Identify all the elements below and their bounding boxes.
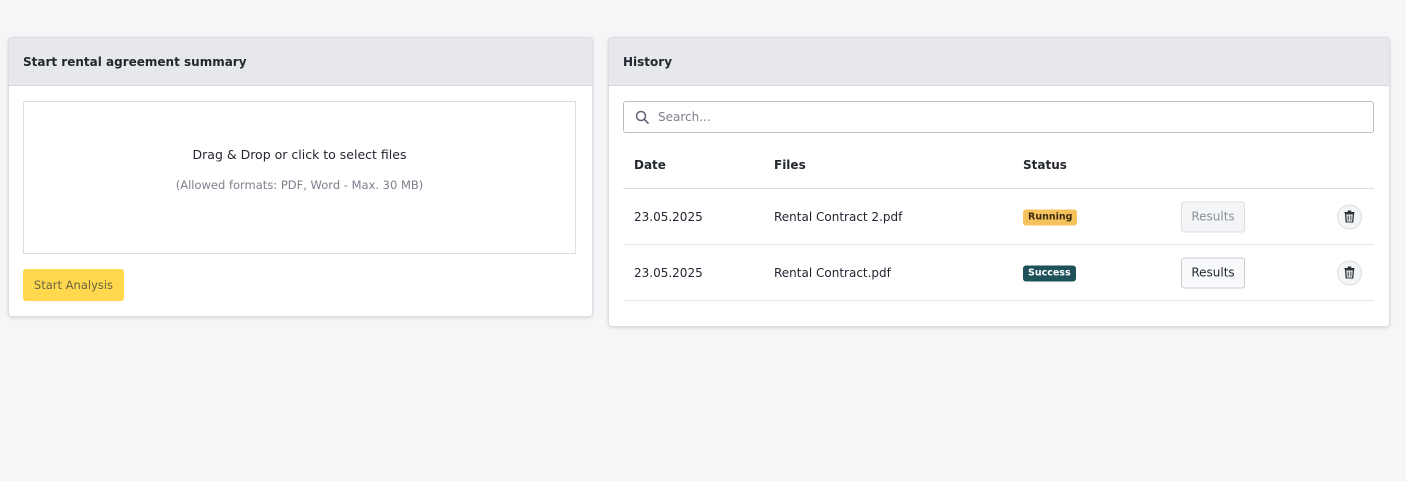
column-header-status: Status (1023, 158, 1067, 172)
dropzone-hint: (Allowed formats: PDF, Word - Max. 30 MB… (175, 178, 424, 192)
delete-button[interactable] (1337, 204, 1362, 229)
history-card-title: History (609, 38, 1389, 86)
trash-icon (1344, 210, 1355, 223)
table-row: 23.05.2025 Rental Contract.pdf Success R… (623, 245, 1374, 301)
row-file-name: Rental Contract 2.pdf (774, 209, 903, 224)
results-button[interactable]: Results (1181, 257, 1245, 288)
history-table: Date Files Status 23.05.2025 Rental Cont… (623, 142, 1374, 301)
status-badge-running: Running (1023, 209, 1078, 225)
upload-card: Start rental agreement summary Drag & Dr… (8, 37, 593, 317)
file-dropzone[interactable]: Drag & Drop or click to select files (Al… (23, 101, 576, 254)
upload-card-title: Start rental agreement summary (9, 38, 592, 86)
row-status: Running (1023, 208, 1078, 225)
search-input[interactable] (658, 110, 1338, 124)
row-date: 23.05.2025 (634, 265, 703, 280)
delete-button[interactable] (1337, 260, 1362, 285)
column-header-files: Files (774, 158, 806, 172)
history-card: History Date Files Status 23.05.2025 Ren… (608, 37, 1390, 327)
row-file-name: Rental Contract.pdf (774, 265, 891, 280)
table-header: Date Files Status (623, 142, 1374, 189)
status-badge-success: Success (1023, 265, 1076, 281)
row-date: 23.05.2025 (634, 209, 703, 224)
search-icon (635, 110, 649, 124)
results-button[interactable]: Results (1181, 201, 1245, 232)
start-analysis-button[interactable]: Start Analysis (23, 269, 124, 301)
column-header-date: Date (634, 158, 666, 172)
trash-icon (1344, 266, 1355, 279)
dropzone-title: Drag & Drop or click to select files (192, 147, 407, 162)
search-box[interactable] (623, 101, 1374, 133)
row-status: Success (1023, 264, 1076, 281)
table-row: 23.05.2025 Rental Contract 2.pdf Running… (623, 189, 1374, 245)
